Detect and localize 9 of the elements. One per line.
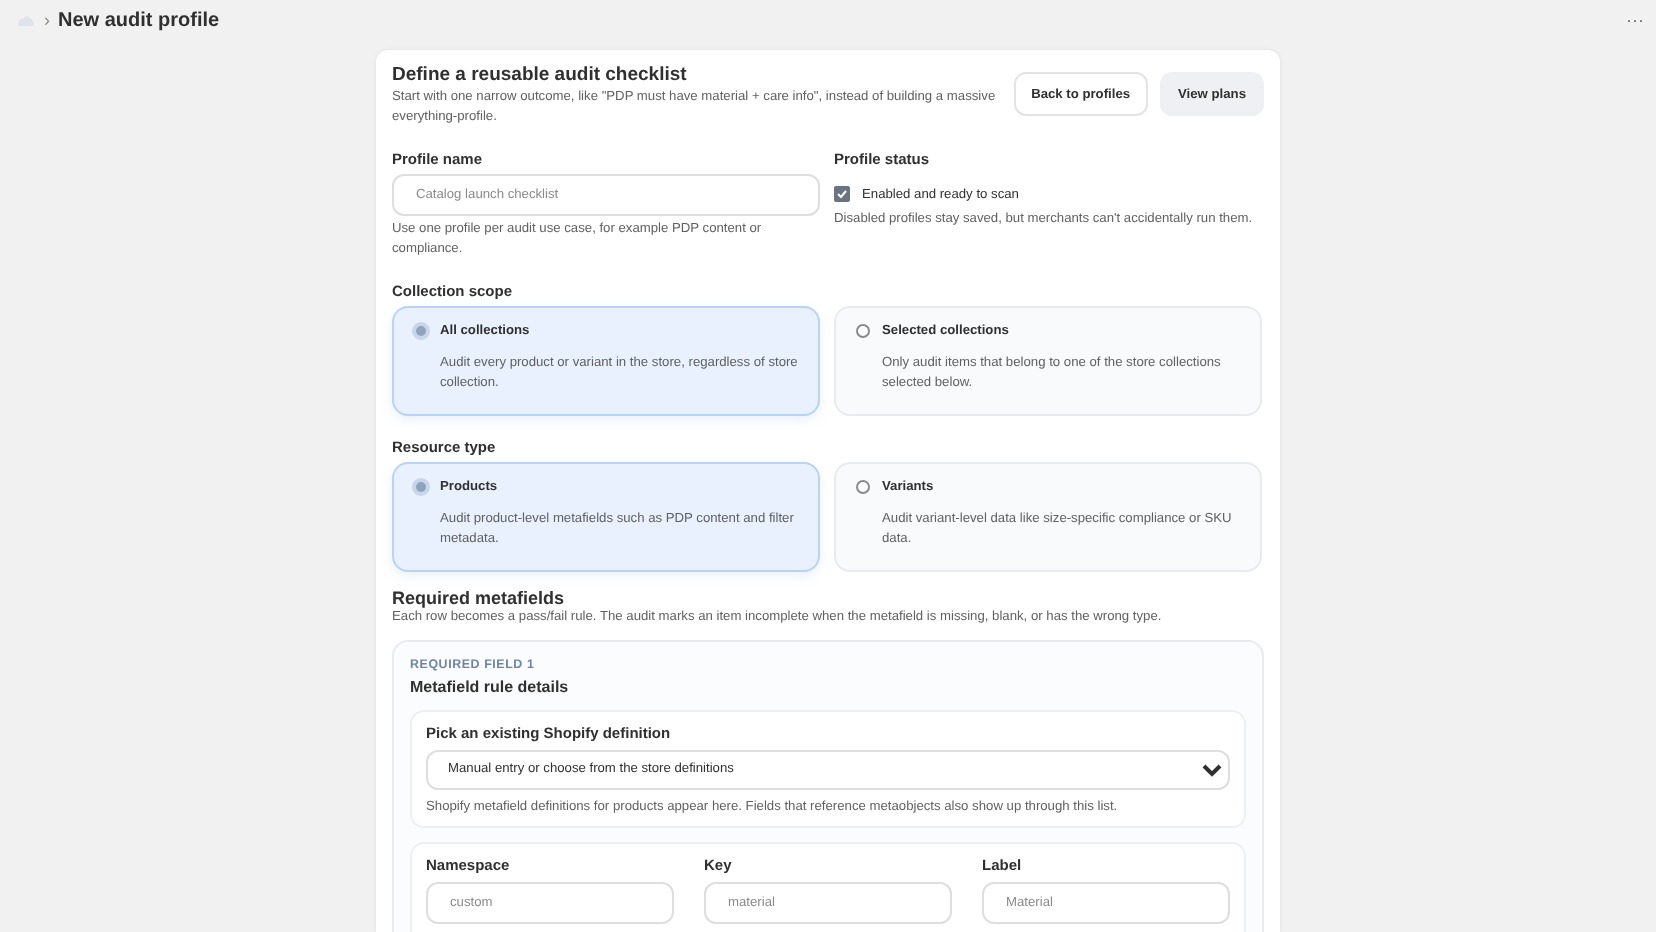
checkbox[interactable]	[834, 186, 850, 202]
page-title: New audit profile	[58, 9, 220, 31]
section-title: Required metafields	[392, 588, 567, 608]
radio-button[interactable]	[856, 324, 870, 338]
field-title: Metafield rule details	[410, 677, 571, 695]
card-title: Define a reusable audit checklist	[392, 64, 689, 86]
more-button[interactable]: ···	[1626, 10, 1644, 30]
breadcrumb-separator: ›	[44, 10, 50, 30]
radio-button[interactable]	[856, 480, 870, 494]
